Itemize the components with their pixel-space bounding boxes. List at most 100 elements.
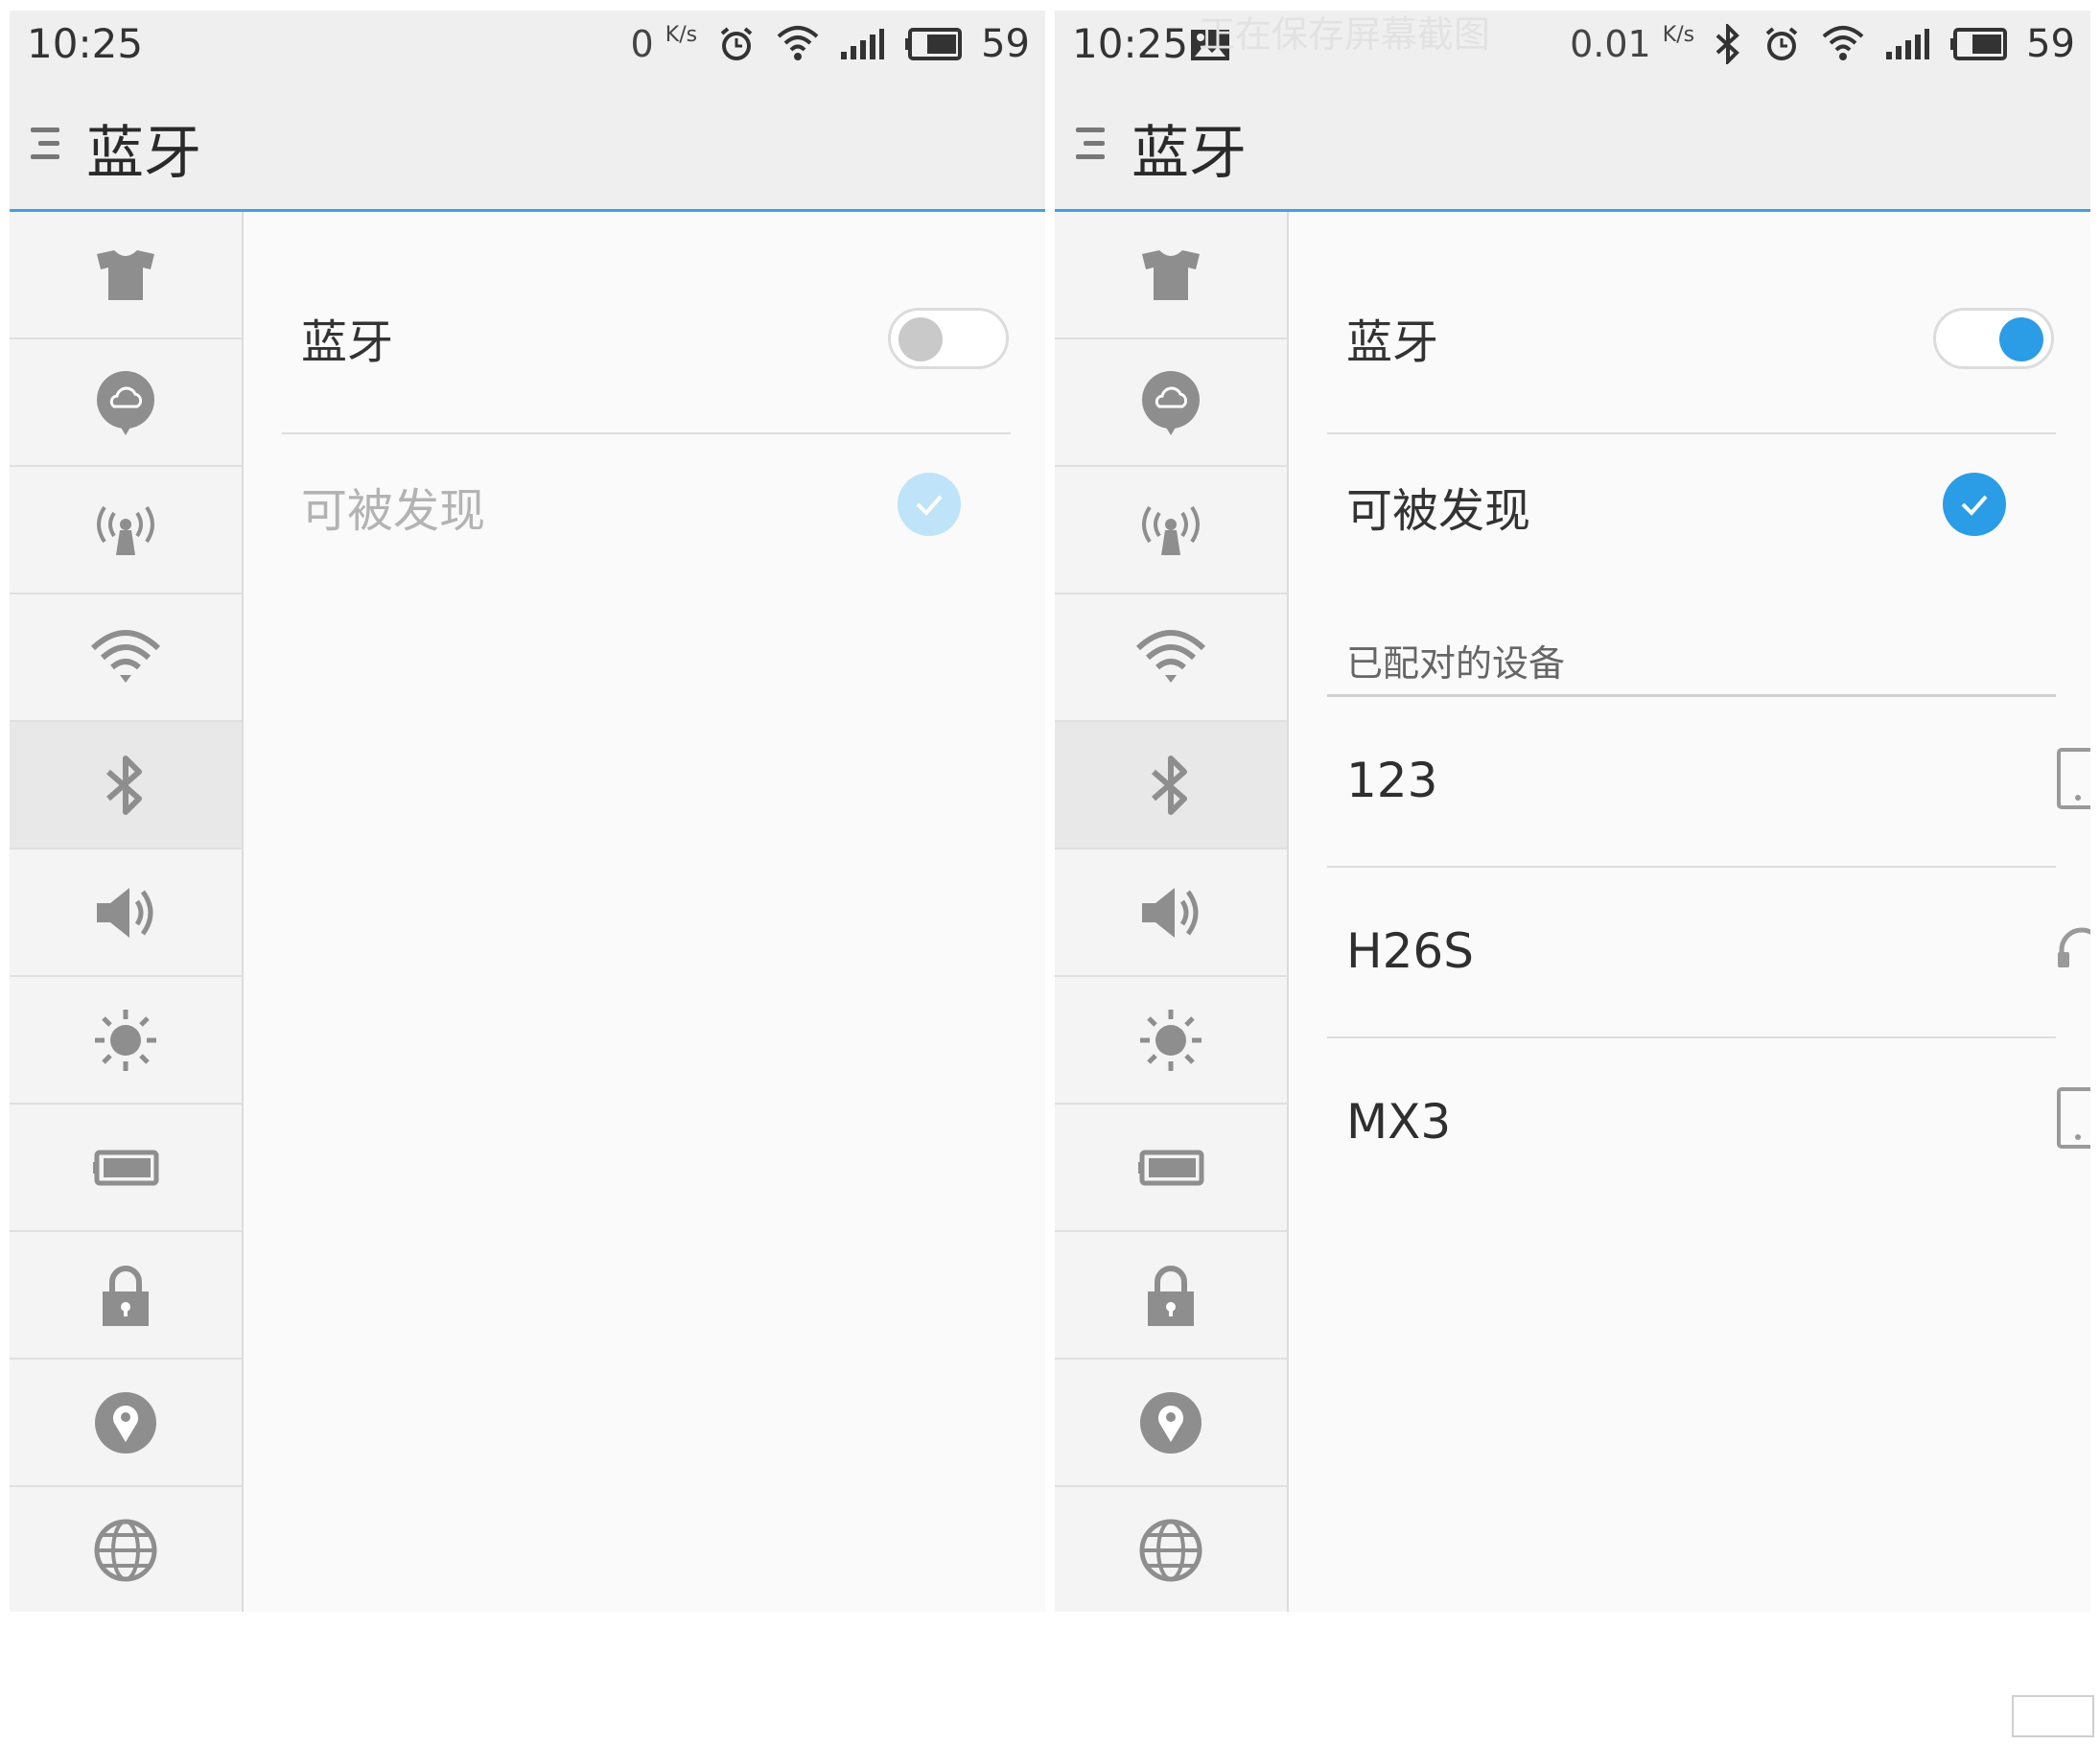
phone-icon [2057, 748, 2090, 809]
phone-icon [2057, 1087, 2090, 1149]
lock-icon [1148, 1265, 1194, 1326]
left-screenshot: 10:25 0 K/s 59 蓝牙 蓝牙 可被发现 [10, 11, 1045, 1612]
sidebar-item-cloud[interactable] [1055, 339, 1287, 467]
headphones-icon [2058, 927, 2090, 967]
sidebar-item-sound[interactable] [1055, 849, 1287, 977]
divider [1327, 432, 2056, 434]
sidebar-item-language[interactable] [10, 1487, 242, 1612]
page-title: 蓝牙 [86, 120, 201, 187]
sidebar-item-battery[interactable] [1055, 1105, 1287, 1232]
device-row[interactable]: H26S [1289, 868, 2090, 1036]
check-icon [916, 495, 943, 516]
signal-icon [1886, 29, 1930, 59]
hotspot-icon [97, 505, 154, 555]
device-name: 123 [1346, 753, 1438, 808]
sidebar-item-hotspot[interactable] [10, 467, 242, 594]
wifi-status-icon [1822, 26, 1864, 60]
sidebar-item-wifi[interactable] [1055, 594, 1287, 722]
sidebar-item-cloud[interactable] [10, 339, 242, 467]
bluetooth-icon [1152, 755, 1187, 815]
discoverable-row[interactable]: 可被发现 [1327, 452, 2056, 547]
sidebar-item-hotspot[interactable] [1055, 467, 1287, 594]
status-bar: 10:25 0 K/s 59 [10, 11, 1045, 78]
wifi-icon [1136, 629, 1205, 683]
battery-status-icon [1950, 28, 2008, 60]
sidebar-item-sound[interactable] [10, 849, 242, 977]
sidebar-item-brightness[interactable] [1055, 977, 1287, 1105]
sidebar-item-bluetooth[interactable] [1055, 722, 1287, 849]
sidebar-item-bluetooth[interactable] [10, 722, 242, 849]
bluetooth-label: 蓝牙 [1346, 315, 1439, 369]
sidebar-item-battery[interactable] [10, 1105, 242, 1232]
battery-icon [93, 1150, 159, 1185]
sidebar-item-lock[interactable] [10, 1232, 242, 1360]
hotspot-icon [1142, 505, 1200, 555]
bluetooth-status-icon [1715, 24, 1739, 64]
device-name: H26S [1346, 923, 1474, 979]
discoverable-label: 可被发现 [1346, 484, 1531, 538]
divider [282, 432, 1011, 434]
status-time: 10:25 [27, 20, 144, 67]
location-icon [95, 1391, 156, 1454]
menu-icon[interactable] [31, 128, 59, 166]
bluetooth-toggle-row[interactable]: 蓝牙 [282, 289, 1011, 384]
wifi-icon [91, 629, 160, 683]
title-bar: 蓝牙 [1055, 78, 2090, 212]
battery-icon [1138, 1150, 1204, 1185]
sidebar-item-theme[interactable] [1055, 212, 1287, 339]
bluetooth-settings-content: 蓝牙 可被发现 已配对的设备 123 H26S MX3 [1289, 212, 2090, 1612]
discoverable-checkbox [898, 473, 961, 536]
cloud-icon [1142, 370, 1200, 435]
bluetooth-label: 蓝牙 [301, 315, 394, 369]
sidebar-item-language[interactable] [1055, 1487, 1287, 1612]
bluetooth-toggle[interactable] [1933, 308, 2054, 369]
bluetooth-icon [106, 755, 142, 815]
globe-icon [94, 1519, 157, 1581]
brightness-icon [95, 1009, 156, 1071]
alarm-icon [1765, 27, 1798, 60]
watermark-logo [2012, 1695, 2094, 1737]
sidebar-item-location[interactable] [10, 1360, 242, 1487]
sound-icon [97, 887, 153, 938]
location-icon [1140, 1391, 1202, 1454]
status-bar: 10:25 正在保存屏幕截图 0.01 K/s 59 [1055, 11, 2090, 78]
discoverable-row: 可被发现 [282, 452, 1011, 547]
battery-status-icon [905, 28, 963, 60]
device-row[interactable]: MX3 [1289, 1038, 2090, 1207]
network-speed: 0.01 K/s [1570, 23, 1695, 65]
battery-percent: 59 [2026, 22, 2075, 66]
sidebar-item-theme[interactable] [10, 212, 242, 339]
alarm-icon [720, 27, 753, 60]
bluetooth-toggle-row[interactable]: 蓝牙 [1327, 289, 2056, 384]
sidebar-item-wifi[interactable] [10, 594, 242, 722]
discoverable-checkbox[interactable] [1943, 473, 2006, 536]
network-speed: 0 K/s [630, 23, 698, 65]
bluetooth-settings-content: 蓝牙 可被发现 [244, 212, 1045, 1612]
status-time: 10:25 [1072, 20, 1189, 67]
battery-percent: 59 [981, 22, 1030, 66]
settings-sidebar [1055, 212, 1289, 1612]
sidebar-item-brightness[interactable] [10, 977, 242, 1105]
device-name: MX3 [1346, 1094, 1452, 1150]
sound-icon [1142, 887, 1199, 938]
device-row[interactable]: 123 [1289, 697, 2090, 866]
screenshot-notice: 正在保存屏幕截图 [1199, 13, 1491, 56]
theme-shirt-icon [1142, 249, 1200, 300]
cloud-icon [97, 370, 154, 435]
title-bar: 蓝牙 [10, 78, 1045, 212]
discoverable-label: 可被发现 [301, 484, 486, 538]
brightness-icon [1140, 1009, 1202, 1071]
sidebar-item-lock[interactable] [1055, 1232, 1287, 1360]
menu-icon[interactable] [1076, 128, 1105, 166]
bluetooth-toggle[interactable] [888, 308, 1009, 369]
signal-icon [841, 29, 885, 59]
theme-shirt-icon [97, 249, 154, 300]
check-icon [1961, 495, 1988, 516]
sidebar-item-location[interactable] [1055, 1360, 1287, 1487]
wifi-status-icon [777, 26, 819, 60]
settings-sidebar [10, 212, 244, 1612]
page-title: 蓝牙 [1132, 120, 1247, 187]
paired-devices-title: 已配对的设备 [1346, 642, 1566, 685]
lock-icon [103, 1265, 149, 1326]
right-screenshot: 10:25 正在保存屏幕截图 0.01 K/s 59 蓝牙 蓝牙 可被发现 已配… [1055, 11, 2090, 1612]
